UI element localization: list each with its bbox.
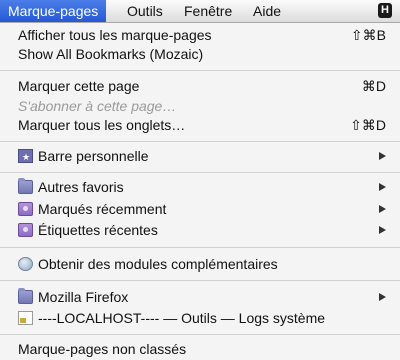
menu-separator <box>0 247 400 248</box>
bookmark-toolbar-icon <box>18 147 33 167</box>
menu-marque-pages[interactable]: Marque-pages <box>0 0 107 22</box>
menu-separator <box>0 70 400 71</box>
menu-bar: Marque-pages Outils Fenêtre Aide H <box>0 0 400 23</box>
menu-item-recent-tags[interactable]: Étiquettes récentes <box>0 220 400 240</box>
menu-aide[interactable]: Aide <box>245 0 289 22</box>
menu-item-bookmark-all-tabs[interactable]: Marquer tous les onglets… ⇧⌘D <box>0 115 400 135</box>
menu-separator <box>0 334 400 335</box>
menu-item-show-all-mozaic[interactable]: Show All Bookmarks (Mozaic) <box>0 44 400 64</box>
menu-separator <box>0 172 400 173</box>
menu-item-label: S'abonner à cette page… <box>18 98 177 114</box>
menu-fenetre[interactable]: Fenêtre <box>176 0 240 22</box>
menu-item-recently-bookmarked[interactable]: Marqués récemment <box>0 199 400 219</box>
menu-item-shortcut: ⌘D <box>361 78 386 94</box>
menu-item-label: Marquer tous les onglets… <box>18 117 186 133</box>
menu-item-mozilla-firefox[interactable]: Mozilla Firefox <box>0 287 400 307</box>
menu-separator <box>0 280 400 281</box>
menu-item-localhost-bookmark[interactable]: ----LOCALHOST---- — Outils — Logs systèm… <box>0 308 400 328</box>
bookmarks-dropdown-menu: Afficher tous les marque-pages ⇧⌘B Show … <box>0 23 400 360</box>
smart-folder-icon <box>18 202 33 216</box>
menu-item-shortcut: ⇧⌘B <box>350 27 386 43</box>
menu-item-label: Barre personnelle <box>38 148 149 164</box>
menu-outils[interactable]: Outils <box>119 0 171 22</box>
menu-separator <box>0 141 400 142</box>
submenu-arrow-icon <box>379 226 386 234</box>
menu-item-get-addons[interactable]: Obtenir des modules complémentaires <box>0 254 400 274</box>
page-icon <box>18 311 33 325</box>
menu-item-personal-toolbar[interactable]: Barre personnelle <box>0 146 400 167</box>
menu-item-label: Autres favoris <box>38 179 124 195</box>
submenu-arrow-icon <box>379 293 386 301</box>
menu-item-label: Mozilla Firefox <box>38 289 129 305</box>
menu-item-label: Obtenir des modules complémentaires <box>38 256 278 272</box>
status-menu-icon[interactable]: H <box>378 3 392 18</box>
menu-item-show-bookmarks[interactable]: Afficher tous les marque-pages ⇧⌘B <box>0 25 400 45</box>
menu-item-label: Show All Bookmarks (Mozaic) <box>18 46 204 62</box>
menu-item-label: Afficher tous les marque-pages <box>18 27 212 43</box>
submenu-arrow-icon <box>379 152 386 160</box>
folder-icon <box>18 178 33 194</box>
menu-item-bookmark-page[interactable]: Marquer cette page ⌘D <box>0 76 400 96</box>
folder-icon <box>18 288 33 304</box>
menu-item-label: Marquer cette page <box>18 78 140 94</box>
menu-item-other-bookmarks[interactable]: Autres favoris <box>0 177 400 197</box>
menu-item-label: ----LOCALHOST---- — Outils — Logs systèm… <box>38 310 326 326</box>
menu-item-subscribe-page: S'abonner à cette page… <box>0 96 400 116</box>
submenu-arrow-icon <box>379 205 386 213</box>
menu-item-label: Marqués récemment <box>38 201 167 217</box>
menu-item-label: Marque-pages non classés <box>18 341 187 357</box>
menu-item-shortcut: ⇧⌘D <box>350 117 386 133</box>
menu-item-label: Étiquettes récentes <box>38 222 158 238</box>
submenu-arrow-icon <box>379 183 386 191</box>
smart-folder-icon <box>18 223 33 237</box>
addons-icon <box>18 257 33 271</box>
menu-item-unsorted-bookmarks[interactable]: Marque-pages non classés <box>0 339 400 359</box>
